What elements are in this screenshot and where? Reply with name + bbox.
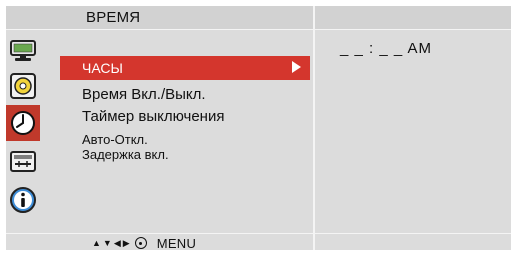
sound-icon — [10, 73, 36, 99]
up-arrow-icon: ▲ — [92, 238, 101, 248]
sidebar-item-sound[interactable] — [8, 71, 38, 101]
sidebar — [6, 30, 40, 233]
menu-title: ВРЕМЯ — [86, 9, 141, 26]
down-arrow-icon: ▼ — [102, 238, 112, 248]
option-icon — [10, 151, 36, 172]
sidebar-item-picture[interactable] — [8, 36, 38, 66]
menu-item-on-off-time[interactable]: Время Вкл./Выкл. — [82, 86, 206, 103]
submenu-arrow-icon — [292, 61, 301, 73]
menu-hint-label: MENU — [156, 235, 197, 251]
navigation-hint: ▲ ▼ ◀ ▶ MENU — [92, 235, 197, 251]
select-button-icon — [134, 237, 147, 249]
picture-icon — [10, 40, 36, 61]
time-icon — [11, 111, 35, 135]
menu-item-clock-label: ЧАСЫ — [82, 60, 123, 76]
menu-item-power-on-delay[interactable]: Задержка вкл. — [82, 147, 169, 162]
information-icon — [10, 187, 36, 213]
osd-menu: ВРЕМЯ ЧАСЫ Время Вкл./Выкл. Таймер выклю… — [6, 6, 511, 251]
sidebar-item-option[interactable] — [8, 146, 38, 176]
divider-top — [6, 29, 511, 30]
divider-vertical — [313, 6, 315, 250]
right-arrow-icon: ▶ — [122, 238, 130, 248]
sidebar-item-time[interactable] — [6, 105, 40, 141]
left-arrow-icon: ◀ — [113, 238, 121, 248]
menu-item-sleep-timer[interactable]: Таймер выключения — [82, 108, 224, 125]
sidebar-item-information[interactable] — [8, 185, 38, 215]
clock-value: _ _ : _ _ AM — [340, 40, 433, 57]
divider-bottom — [6, 233, 511, 234]
menu-item-clock[interactable]: ЧАСЫ — [60, 56, 310, 80]
menu-item-auto-off[interactable]: Авто-Откл. — [82, 132, 148, 147]
title-bar: ВРЕМЯ — [6, 6, 511, 29]
